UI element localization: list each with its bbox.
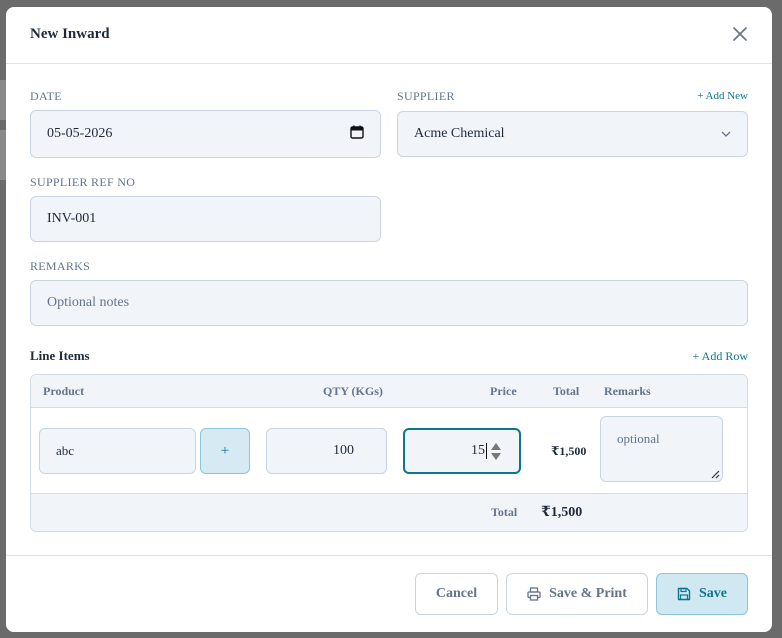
supplier-value: Acme Chemical (414, 126, 505, 141)
chevron-down-icon (721, 126, 731, 142)
supplier-label: SUPPLIER (397, 89, 455, 103)
cancel-button[interactable]: Cancel (415, 573, 498, 615)
footer-total-value: ₹1,500 (541, 505, 583, 520)
date-value: 05-05-2026 (47, 126, 113, 141)
column-header-remarks: Remarks (604, 384, 651, 398)
line-items-table: Product QTY (KGs) Price Total Remarks ab… (30, 374, 748, 532)
save-button[interactable]: Save (656, 573, 748, 615)
save-print-label: Save & Print (549, 586, 627, 601)
table-header: Product QTY (KGs) Price Total Remarks (31, 375, 747, 408)
save-print-button[interactable]: Save & Print (506, 573, 648, 615)
calendar-icon[interactable] (350, 125, 364, 144)
table-row: abc + 100 15 ₹1,500 optional (31, 408, 747, 494)
table-footer: Total ₹1,500 (31, 494, 747, 531)
row-remarks-placeholder: optional (617, 431, 660, 446)
price-value: 15 (471, 443, 485, 458)
resize-handle-icon[interactable] (711, 470, 720, 479)
number-spinner-icon[interactable] (491, 442, 501, 462)
supplier-select[interactable]: Acme Chemical (397, 111, 748, 157)
add-new-supplier-link[interactable]: + Add New (697, 90, 748, 102)
product-input[interactable]: abc (39, 428, 196, 474)
column-header-qty: QTY (KGs) (323, 384, 383, 398)
qty-value: 100 (333, 443, 354, 458)
column-header-product: Product (43, 384, 85, 398)
date-input[interactable]: 05-05-2026 (30, 110, 381, 158)
column-header-total: Total (553, 384, 580, 398)
supplier-ref-input[interactable]: INV-001 (30, 196, 381, 242)
supplier-ref-label: SUPPLIER REF NO (30, 175, 136, 189)
save-icon (677, 587, 691, 601)
date-label: DATE (30, 89, 62, 103)
line-items-title: Line Items (30, 348, 90, 363)
cancel-label: Cancel (435, 586, 478, 601)
price-input[interactable]: 15 (403, 428, 521, 474)
add-product-button[interactable]: + (200, 428, 250, 474)
remarks-input[interactable]: Optional notes (30, 280, 748, 326)
close-icon[interactable] (730, 25, 750, 45)
modal-title: New Inward (30, 26, 110, 42)
remarks-placeholder: Optional notes (47, 295, 130, 310)
new-inward-modal: New Inward DATE 05-05-2026 SUPPLIER + Ad… (6, 7, 772, 632)
product-value: abc (56, 443, 75, 458)
add-row-button[interactable]: + Add Row (693, 349, 748, 364)
printer-icon (527, 587, 541, 601)
row-remarks-textarea[interactable]: optional (600, 416, 723, 482)
footer-total-label: Total (491, 505, 518, 519)
qty-input[interactable]: 100 (266, 428, 387, 474)
row-total: ₹1,500 (551, 444, 587, 458)
save-label: Save (699, 586, 727, 601)
column-header-price: Price (490, 384, 517, 398)
supplier-ref-value: INV-001 (47, 211, 97, 226)
text-caret (486, 443, 487, 459)
remarks-label: REMARKS (30, 259, 91, 273)
modal-footer: Cancel Save & Print Save (6, 555, 772, 632)
modal-header: New Inward (6, 7, 772, 64)
